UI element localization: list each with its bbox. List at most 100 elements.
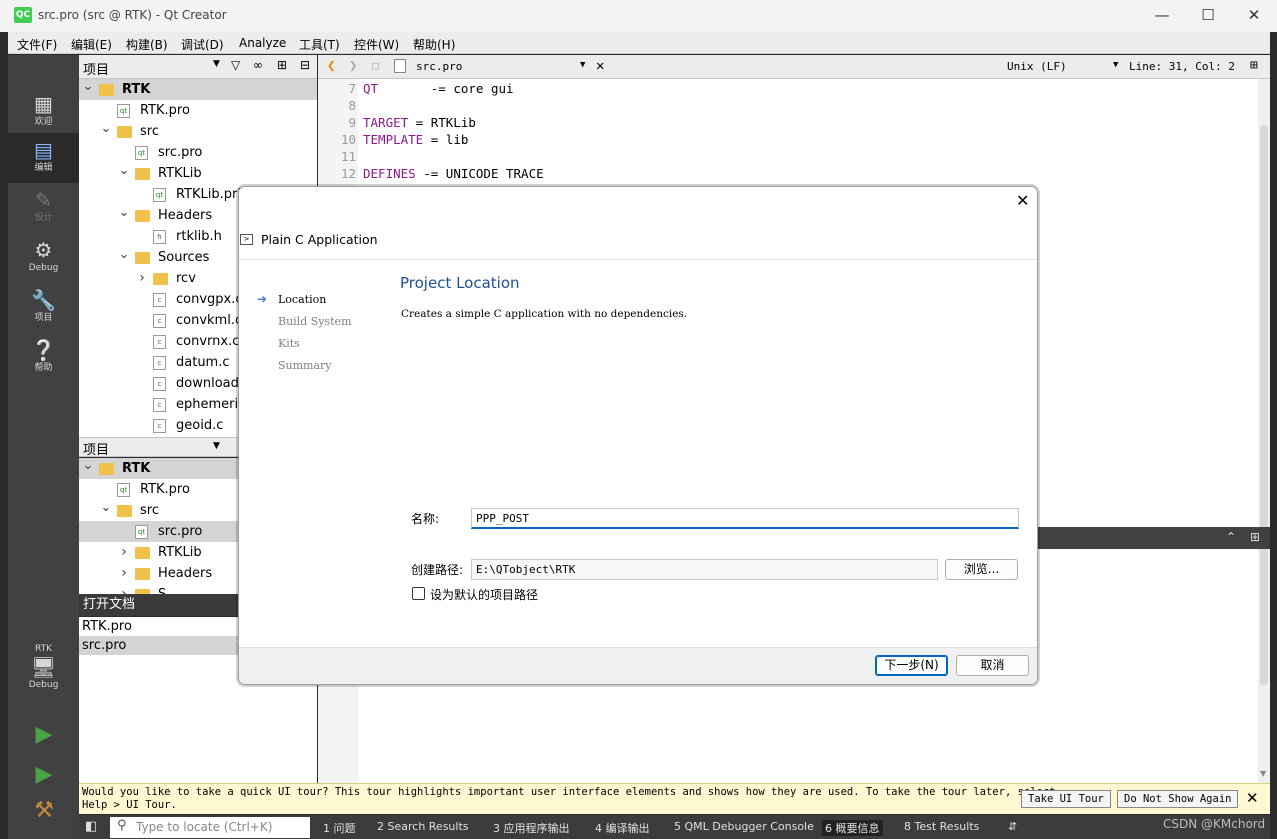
expand-arrow-icon[interactable]: ⌄ xyxy=(118,202,130,223)
chevron-down-icon[interactable]: ▼ xyxy=(213,59,220,69)
tab-qml-debugger[interactable]: 5 QML Debugger Console xyxy=(674,820,814,833)
tree-item[interactable]: ⌄ RTKLib xyxy=(79,163,317,184)
tab-app-output[interactable]: 3 应用程序输出 xyxy=(493,820,570,836)
folder-icon xyxy=(135,568,150,580)
step-kits: Kits xyxy=(278,337,300,350)
menu-widgets[interactable]: 控件(W) xyxy=(354,36,399,53)
collapse-arrow-icon[interactable]: › xyxy=(118,584,130,594)
menu-edit[interactable]: 编辑(E) xyxy=(71,36,112,53)
close-file-icon[interactable]: ✕ xyxy=(596,58,604,74)
mode-design[interactable]: ✎ 设计 xyxy=(8,183,79,233)
tree-item-label: datum.c xyxy=(176,355,230,370)
kit-selector[interactable]: RTK 🖥 Debug xyxy=(8,641,79,705)
mode-projects[interactable]: 🔧 项目 xyxy=(8,283,79,333)
expand-arrow-icon[interactable]: ⌄ xyxy=(100,497,112,518)
close-window-icon[interactable]: ✕ xyxy=(1231,0,1277,32)
debug-run-icon[interactable]: ▶ xyxy=(30,762,58,790)
file-chevron-down-icon[interactable]: ▼ xyxy=(580,60,585,70)
code-keyword: DEFINES xyxy=(363,166,416,181)
mode-help[interactable]: ❔ 帮助 xyxy=(8,333,79,383)
toggle-sidebar-icon[interactable]: ◧ xyxy=(85,819,97,834)
mode-edit[interactable]: ▤ 编辑 xyxy=(8,133,79,183)
editor-scrollbar[interactable]: ▼ xyxy=(1258,79,1270,783)
folder-icon xyxy=(99,84,114,96)
pro-file-icon xyxy=(394,59,406,73)
c-file-icon: c xyxy=(153,398,166,412)
tab-compile-output[interactable]: 4 编译输出 xyxy=(595,820,650,836)
minimize-icon[interactable]: — xyxy=(1139,0,1185,32)
menu-help[interactable]: 帮助(H) xyxy=(413,36,455,53)
menu-file[interactable]: 文件(F) xyxy=(17,36,57,53)
name-label: 名称: xyxy=(411,512,440,526)
collapse-arrow-icon[interactable]: › xyxy=(136,268,148,289)
tree-item[interactable]: qt src.pro xyxy=(79,142,317,163)
collapse-arrow-icon[interactable]: › xyxy=(118,542,130,563)
back-icon[interactable]: ❮ xyxy=(327,58,335,74)
header-file-icon: h xyxy=(153,230,166,244)
mode-welcome[interactable]: ▦ 欢迎 xyxy=(8,87,79,137)
tree-item[interactable]: qt RTK.pro xyxy=(79,100,317,121)
path-field[interactable]: E:\QTobject\RTK xyxy=(471,559,938,580)
close-dialog-icon[interactable]: ✕ xyxy=(1016,191,1029,210)
dialog-footer: 下一步(N) 取消 xyxy=(239,647,1037,684)
run-icon[interactable]: ▶ xyxy=(30,722,58,750)
link-icon[interactable]: ∞ xyxy=(253,58,263,72)
forward-icon[interactable]: ❯ xyxy=(349,58,357,74)
locate-input[interactable]: Type to locate (Ctrl+K) xyxy=(110,817,310,838)
folder-icon xyxy=(135,252,150,264)
expand-arrow-icon[interactable]: ⌄ xyxy=(118,160,130,181)
tree-item-label: RTK xyxy=(122,82,151,97)
expand-arrow-icon[interactable]: ⌄ xyxy=(82,458,94,476)
line-number: 10 xyxy=(340,132,356,147)
chevron-up-icon[interactable]: ⌃ xyxy=(1226,530,1236,544)
menu-tools[interactable]: 工具(T) xyxy=(299,36,340,53)
cancel-button[interactable]: 取消 xyxy=(956,655,1029,676)
collapse-arrow-icon[interactable]: › xyxy=(118,563,130,584)
menu-analyze[interactable]: Analyze xyxy=(239,36,286,50)
browse-button[interactable]: 浏览... xyxy=(945,559,1018,580)
expand-arrow-icon[interactable]: ⌄ xyxy=(118,244,130,265)
scrollbar-thumb[interactable] xyxy=(1260,125,1268,685)
expand-arrow-icon[interactable]: ⌄ xyxy=(100,118,112,139)
menu-debug[interactable]: 调试(D) xyxy=(181,36,224,53)
pro-file-icon: qt xyxy=(135,525,148,539)
mode-debug[interactable]: ⚙ Debug xyxy=(8,233,79,283)
tab-search-results[interactable]: 2 Search Results xyxy=(377,820,469,833)
current-file-name[interactable]: src.pro xyxy=(416,60,462,73)
next-button[interactable]: 下一步(N) xyxy=(875,655,948,676)
line-ending-chevron-icon[interactable]: ▼ xyxy=(1113,60,1118,70)
close-tour-icon[interactable]: ✕ xyxy=(1246,789,1259,807)
cursor-position[interactable]: Line: 31, Col: 2 xyxy=(1129,60,1235,73)
tab-issues[interactable]: 1 问题 xyxy=(323,820,356,836)
split-editor-icon[interactable]: ⊞ xyxy=(1250,58,1258,73)
menu-build[interactable]: 构建(B) xyxy=(126,36,168,53)
folder-icon xyxy=(153,273,168,285)
tab-test-results[interactable]: 8 Test Results xyxy=(904,820,979,833)
tabs-scroll-icon[interactable]: ⇵ xyxy=(1008,820,1017,833)
expand-arrow-icon[interactable]: ⌄ xyxy=(82,76,94,97)
tree-item-label: convgpx.c xyxy=(176,292,243,307)
close-pane-icon[interactable]: ⊟ xyxy=(300,58,310,72)
do-not-show-again-button[interactable]: Do Not Show Again xyxy=(1117,790,1239,808)
default-path-checkbox[interactable] xyxy=(412,587,425,600)
scroll-down-icon[interactable]: ▼ xyxy=(1260,769,1266,778)
output-panel-header: ⌃ ⊞ xyxy=(1036,527,1270,549)
build-hammer-icon[interactable]: ⚒ xyxy=(30,798,58,826)
code-line: DEFINES -= UNICODE TRACE xyxy=(363,165,544,182)
chevron-down-icon[interactable]: ▼ xyxy=(213,441,220,451)
line-ending[interactable]: Unix (LF) xyxy=(1007,60,1067,73)
tree-item-label: src xyxy=(140,503,159,518)
folder-icon xyxy=(135,547,150,559)
tree-item[interactable]: ⌄ RTK xyxy=(79,79,317,100)
code-text: -= UNICODE TRACE xyxy=(415,166,544,181)
maximize-panel-icon[interactable]: ⊞ xyxy=(1250,530,1260,544)
split-icon[interactable]: ⊞ xyxy=(277,58,287,72)
step-summary: Summary xyxy=(278,359,332,372)
tree-item[interactable]: ⌄ src xyxy=(79,121,317,142)
ui-tour-bar: Would you like to take a quick UI tour? … xyxy=(79,783,1270,814)
take-ui-tour-button[interactable]: Take UI Tour xyxy=(1021,790,1111,808)
tab-general-messages[interactable]: 6 概要信息 xyxy=(822,820,883,836)
filter-icon[interactable]: ▽ xyxy=(231,58,240,72)
maximize-icon[interactable]: ☐ xyxy=(1185,0,1231,32)
name-field[interactable]: PPP_POST xyxy=(471,508,1019,529)
